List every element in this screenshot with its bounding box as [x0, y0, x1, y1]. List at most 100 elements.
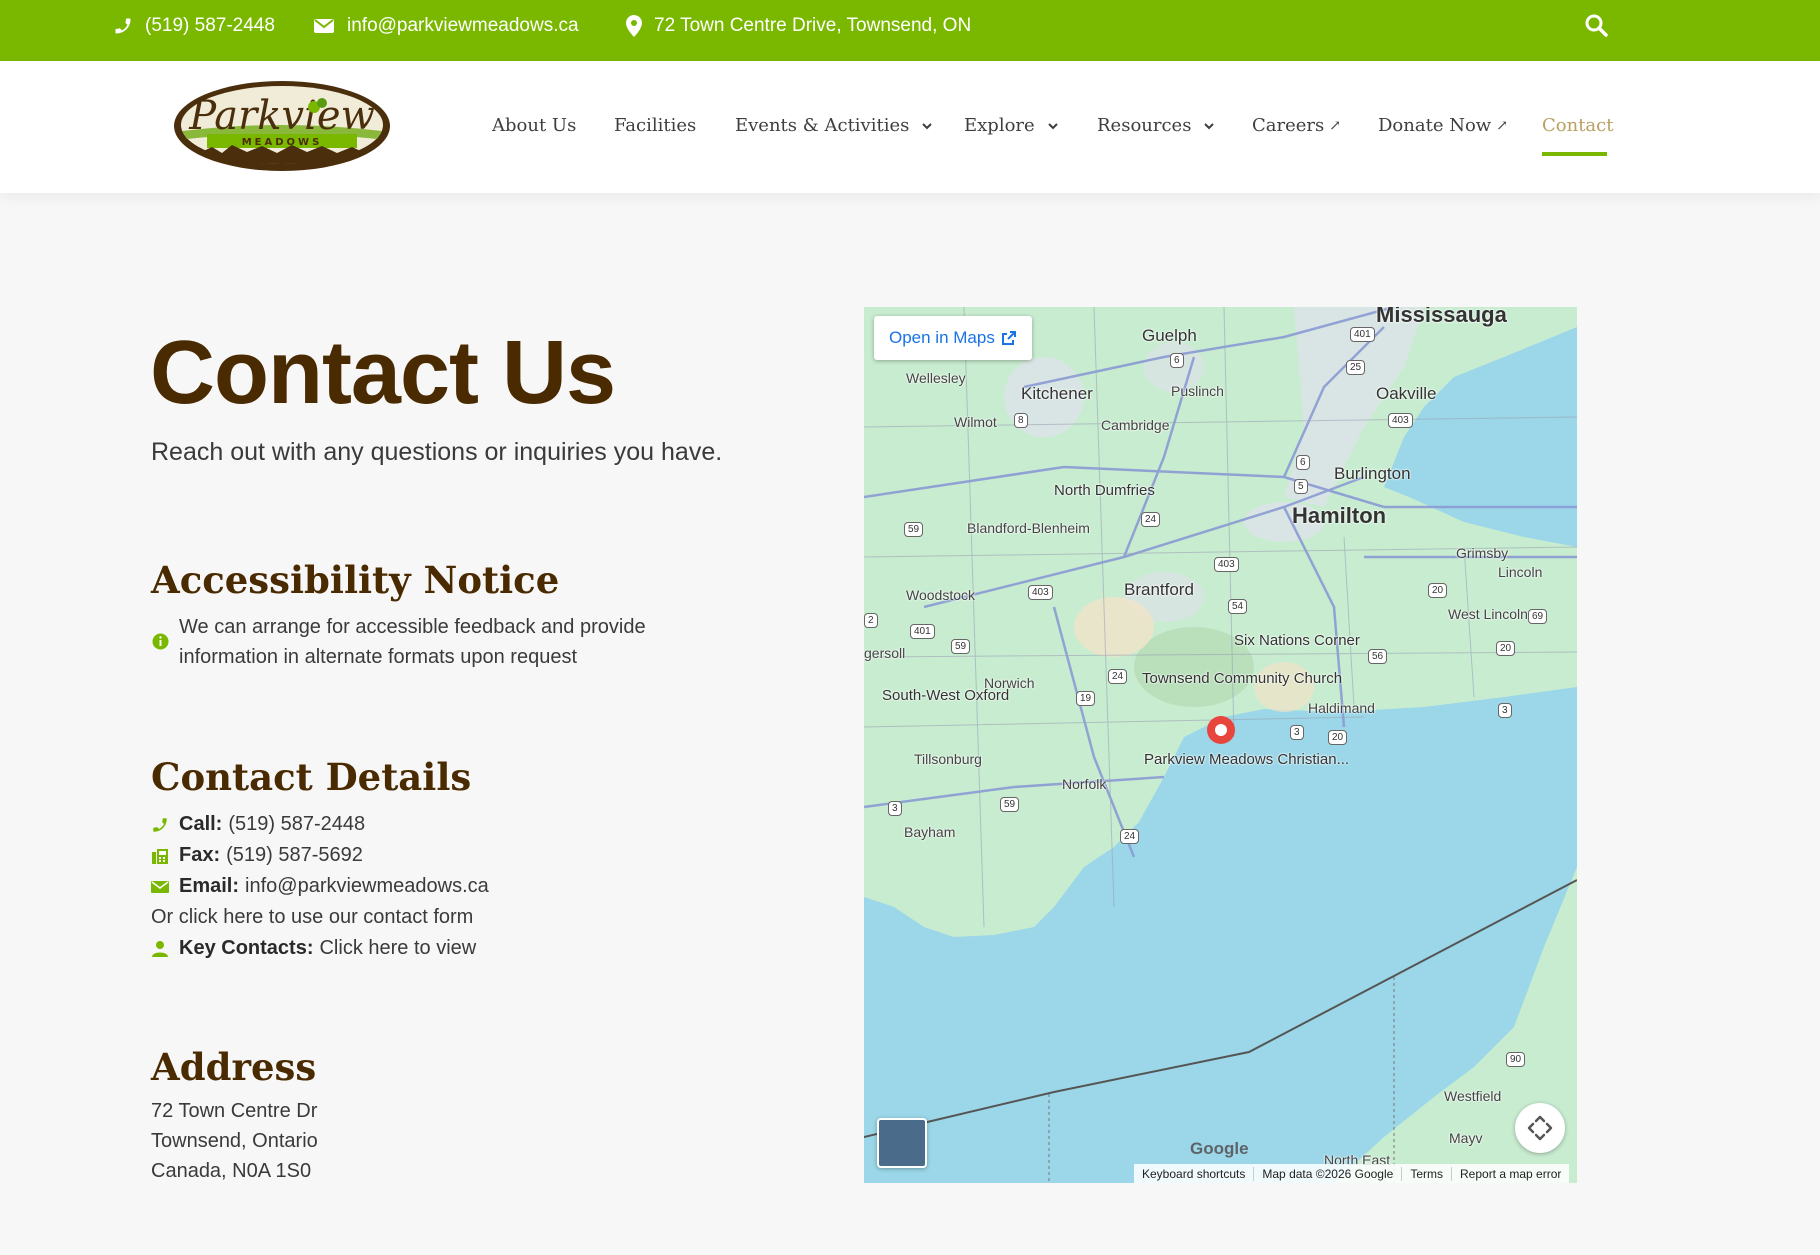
map-shield: 3 [888, 801, 902, 816]
fax-row: Fax: (519) 587-5692 [151, 844, 363, 867]
map-shield: 403 [1388, 413, 1413, 428]
top-bar: (519) 587-2448 info@parkviewmeadows.ca 7… [0, 0, 1820, 61]
topbar-address[interactable]: 72 Town Centre Drive, Townsend, ON [626, 0, 971, 52]
map-shield: 24 [1120, 829, 1140, 844]
nav-facilities-label: Facilities [614, 115, 697, 136]
map-label-parkview: Parkview Meadows Christian... [1144, 751, 1350, 768]
nav-donate-now[interactable]: Donate Now ↗ [1378, 115, 1508, 136]
map-label-grimsby: Grimsby [1456, 545, 1509, 561]
key-contacts-row[interactable]: Key Contacts: Click here to view [151, 937, 476, 960]
key-contacts-link[interactable]: Click here to view [319, 937, 476, 960]
map-label-blandford: Blandford-Blenheim [967, 520, 1090, 536]
nav-events-label: Events & Activities [735, 115, 910, 136]
map-label-wilmot: Wilmot [954, 414, 997, 430]
map-shield: 5 [1294, 479, 1308, 494]
map-label-puslinch: Puslinch [1171, 383, 1224, 399]
logo-subtext: MEADOWS [242, 137, 323, 148]
external-arrow-icon: ↗ [1496, 117, 1508, 134]
envelope-icon [151, 880, 169, 893]
fax-value: (519) 587-5692 [226, 844, 363, 866]
nav-resources[interactable]: Resources [1097, 115, 1215, 136]
map-marker-icon [626, 15, 642, 37]
address-line-1: 72 Town Centre Dr [151, 1100, 318, 1122]
search-icon[interactable] [1584, 13, 1610, 39]
map-label-ingersoll: gersoll [864, 645, 906, 661]
nav-events-activities[interactable]: Events & Activities [735, 115, 933, 136]
map-shield: 24 [1141, 512, 1161, 527]
nav-explore[interactable]: Explore [964, 115, 1059, 136]
map-shield: 59 [904, 522, 924, 537]
topbar-phone[interactable]: (519) 587-2448 [113, 0, 275, 52]
map-label-west-lincoln: West Lincoln [1448, 606, 1528, 622]
embedded-map[interactable]: Mississauga Guelph Wellesley Kitchener P… [864, 307, 1577, 1183]
map-label-wellesley: Wellesley [906, 370, 966, 386]
map-attribution: Keyboard shortcuts Map data ©2026 Google… [1134, 1164, 1570, 1183]
call-row[interactable]: Call: (519) 587-2448 [151, 813, 365, 836]
email-value[interactable]: info@parkviewmeadows.ca [245, 875, 489, 898]
report-map-error-link[interactable]: Report a map error [1452, 1167, 1569, 1181]
nav-explore-label: Explore [964, 115, 1035, 136]
map-shield: 90 [1506, 1052, 1526, 1067]
email-row[interactable]: Email: info@parkviewmeadows.ca [151, 875, 489, 898]
nav-resources-label: Resources [1097, 115, 1192, 136]
nav-careers-label: Careers [1252, 115, 1325, 136]
map-label-kitchener: Kitchener [1021, 384, 1093, 403]
external-arrow-icon: ↗ [1329, 117, 1341, 134]
site-header: Parkview MEADOWS About Us Facilities Eve… [0, 61, 1820, 193]
terms-link[interactable]: Terms [1402, 1166, 1452, 1181]
map-shield: 19 [1076, 691, 1096, 706]
call-label: Call: [179, 813, 223, 835]
accessibility-text: We can arrange for accessible feedback a… [179, 616, 646, 668]
map-label-sw-oxford: South-West Oxford [882, 687, 1010, 704]
parkview-meadows-logo[interactable]: Parkview MEADOWS [172, 79, 392, 174]
logo-script: Parkview [188, 93, 375, 139]
map-label-tillsonburg: Tillsonburg [914, 751, 982, 767]
map-shield: 403 [1028, 585, 1053, 600]
page-lead: Reach out with any questions or inquirie… [151, 438, 723, 466]
map-pin-icon[interactable] [1204, 713, 1238, 747]
address-line-2: Townsend, Ontario [151, 1130, 318, 1152]
nav-about-us[interactable]: About Us [492, 115, 576, 136]
map-shield: 401 [1350, 327, 1375, 342]
nav-contact-label: Contact [1542, 115, 1614, 136]
map-shield: 25 [1346, 360, 1366, 375]
envelope-icon [314, 19, 334, 33]
nav-about-us-label: About Us [492, 115, 577, 136]
fax-icon [152, 848, 168, 864]
map-label-westfield: Westfield [1444, 1088, 1502, 1104]
map-label-norfolk: Norfolk [1062, 776, 1107, 792]
fax-label: Fax: [179, 844, 221, 866]
topbar-email-text: info@parkviewmeadows.ca [347, 15, 579, 36]
layers-icon[interactable] [877, 1118, 927, 1168]
chevron-down-icon [1204, 122, 1215, 129]
email-label: Email: [179, 875, 240, 897]
info-icon [152, 633, 169, 650]
nav-donate-label: Donate Now [1378, 115, 1492, 136]
keyboard-shortcuts-link[interactable]: Keyboard shortcuts [1134, 1166, 1255, 1181]
key-contacts-label: Key Contacts: [179, 937, 314, 959]
phone-icon [115, 18, 131, 34]
address-line-3: Canada, N0A 1S0 [151, 1160, 312, 1182]
chevron-down-icon [1047, 122, 1058, 129]
map-shield: 6 [1296, 455, 1310, 470]
map-label-bayham: Bayham [904, 824, 956, 840]
contact-form-link[interactable]: Or click here to use our contact form [151, 906, 473, 929]
map-shield: 8 [1014, 413, 1028, 428]
open-in-maps-button[interactable]: Open in Maps [874, 316, 1032, 360]
address-heading: Address [151, 1045, 317, 1089]
map-data-text: Map data ©2026 Google [1254, 1166, 1403, 1181]
fullscreen-icon[interactable] [1515, 1103, 1565, 1153]
nav-facilities[interactable]: Facilities [614, 115, 696, 136]
map-shield: 56 [1368, 649, 1388, 664]
call-value[interactable]: (519) 587-2448 [228, 813, 365, 836]
page-title: Contact Us [150, 323, 616, 423]
map-label-brantford: Brantford [1124, 580, 1194, 599]
accessibility-heading: Accessibility Notice [151, 558, 560, 602]
topbar-email[interactable]: info@parkviewmeadows.ca [313, 0, 579, 52]
map-label-mayv: Mayv [1449, 1130, 1483, 1146]
nav-contact[interactable]: Contact [1542, 115, 1613, 136]
nav-active-underline [1542, 152, 1607, 156]
nav-careers[interactable]: Careers ↗ [1252, 115, 1341, 136]
external-link-icon [1001, 331, 1016, 345]
map-shield: 3 [1498, 703, 1512, 718]
